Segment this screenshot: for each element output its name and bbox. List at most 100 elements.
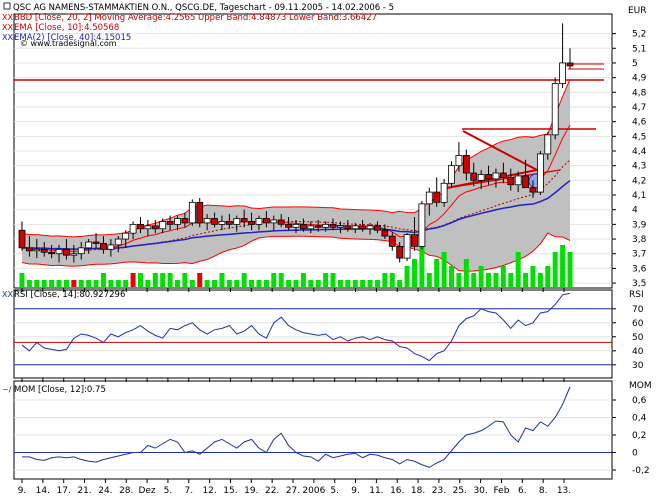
x-tick-label: 5. — [164, 486, 173, 496]
candle-body — [40, 248, 48, 253]
candle-body — [329, 223, 337, 228]
volume-bar — [360, 280, 366, 287]
candle-body — [359, 225, 367, 230]
price-tick-label: 5 — [632, 59, 638, 69]
mom-tick-label: 0,6 — [632, 396, 647, 406]
bbd-icon[interactable]: XX — [2, 13, 13, 22]
volume-bar — [552, 252, 558, 287]
candle-body — [248, 221, 255, 225]
x-tick-label: 23. — [432, 486, 446, 496]
x-tick-label: 21. — [77, 486, 91, 496]
x-tick-label: 16. — [390, 486, 404, 496]
bbd-label: BBD [Close, 20, 2] Moving Average:4.2565… — [14, 13, 377, 23]
volume-bar — [478, 266, 484, 287]
volume-bar — [486, 273, 492, 287]
x-tick-label: Dez — [138, 486, 155, 496]
volume-bar — [130, 273, 136, 287]
x-tick-label: 27. — [286, 486, 300, 496]
price-tick-label: 3,5 — [632, 279, 646, 289]
volume-bar — [256, 280, 262, 287]
volume-bar — [515, 252, 521, 287]
candle-body — [514, 175, 522, 186]
x-tick-label: 2006 — [302, 486, 325, 496]
candle-body — [322, 223, 330, 228]
candle-body — [48, 251, 56, 255]
candle-body — [425, 191, 433, 205]
mom-icon[interactable]: ~/ — [2, 385, 12, 394]
volume-bar — [293, 280, 299, 287]
candle-body — [388, 235, 396, 247]
candle-body — [100, 243, 107, 250]
candle-body — [33, 248, 41, 252]
rsi-tick-label: 40 — [632, 347, 644, 357]
x-tick-label: 18. — [411, 486, 425, 496]
volume-bar — [456, 273, 462, 287]
candle-body — [107, 244, 115, 250]
candle-body — [418, 203, 426, 247]
volume-bar — [19, 273, 25, 287]
candle-body — [448, 165, 455, 184]
rsi-tick-label: 70 — [632, 305, 644, 315]
rsi-label: RSI [Close, 14]:80.927296 — [14, 290, 125, 300]
ema40-icon[interactable]: XX — [2, 33, 13, 42]
price-tick-label: 4,2 — [632, 176, 646, 186]
volume-bar — [426, 273, 432, 287]
candle-body — [85, 241, 93, 249]
candle-body — [455, 155, 463, 167]
candle-body — [522, 175, 529, 189]
candle-body — [63, 248, 70, 256]
candle-body — [366, 225, 374, 230]
x-tick-label: 6. — [518, 486, 527, 496]
candle-body — [92, 241, 100, 244]
candle-body — [462, 155, 470, 174]
candle-body — [137, 223, 144, 230]
candle-body — [492, 172, 500, 180]
candle-body — [277, 219, 285, 225]
candle-body — [77, 247, 85, 255]
price-tick-label: 3,8 — [632, 235, 647, 245]
volume-bar — [263, 280, 269, 287]
volume-bar — [286, 280, 292, 287]
price-tick-label: 4,4 — [632, 147, 647, 157]
volume-bar — [471, 273, 477, 287]
candle-body — [477, 174, 485, 181]
x-tick-label: 8. — [539, 486, 548, 496]
volume-bar — [226, 280, 232, 287]
volume-bar — [78, 280, 84, 287]
candle-body — [499, 172, 507, 178]
price-tick-label: 4,5 — [632, 132, 646, 142]
price-panel: 5,2 5,1 5 4,9 4,8 4,7 4,6 4,5 4,4 4,3 4,2 4,1 4 3,9 3,… — [13, 6, 647, 289]
x-tick-label: 9. — [351, 486, 360, 496]
candle-body — [566, 62, 574, 67]
volume-bar — [49, 280, 55, 287]
volume-bar — [434, 259, 440, 287]
chart-title: QSC AG NAMENS-STAMMAKTIEN O.N., QSCG.DE,… — [13, 3, 394, 13]
price-tick-label: 3,9 — [632, 220, 647, 230]
volume-bar — [367, 280, 373, 287]
candle-body — [55, 248, 63, 255]
candle-body — [70, 253, 78, 256]
candle-body — [396, 245, 404, 259]
price-tick-label: 4 — [632, 206, 638, 216]
x-tick-label: 12. — [202, 486, 216, 496]
ema10-icon[interactable]: XX — [2, 23, 13, 32]
window-icon[interactable] — [3, 2, 11, 10]
candle-body — [144, 225, 152, 230]
candle-body — [26, 247, 33, 252]
volume-bar — [219, 273, 225, 287]
x-tick-label: 9. — [18, 486, 27, 496]
volume-bar — [337, 280, 343, 287]
candle-body — [344, 225, 352, 230]
volume-bar — [523, 273, 529, 287]
candle-body — [485, 174, 492, 180]
candle-body — [151, 225, 159, 230]
volume-bar — [241, 273, 247, 287]
rsi-panel: 7060504030 XX RSI [Close, 14]:80.927296 … — [2, 289, 644, 379]
rsi-icon[interactable]: XX — [2, 290, 13, 299]
candle-body — [188, 201, 196, 224]
volume-bar — [374, 280, 380, 287]
candle-body — [351, 225, 359, 230]
candle-body — [255, 218, 263, 225]
volume-bar — [204, 280, 210, 287]
volume-bar — [152, 273, 158, 287]
